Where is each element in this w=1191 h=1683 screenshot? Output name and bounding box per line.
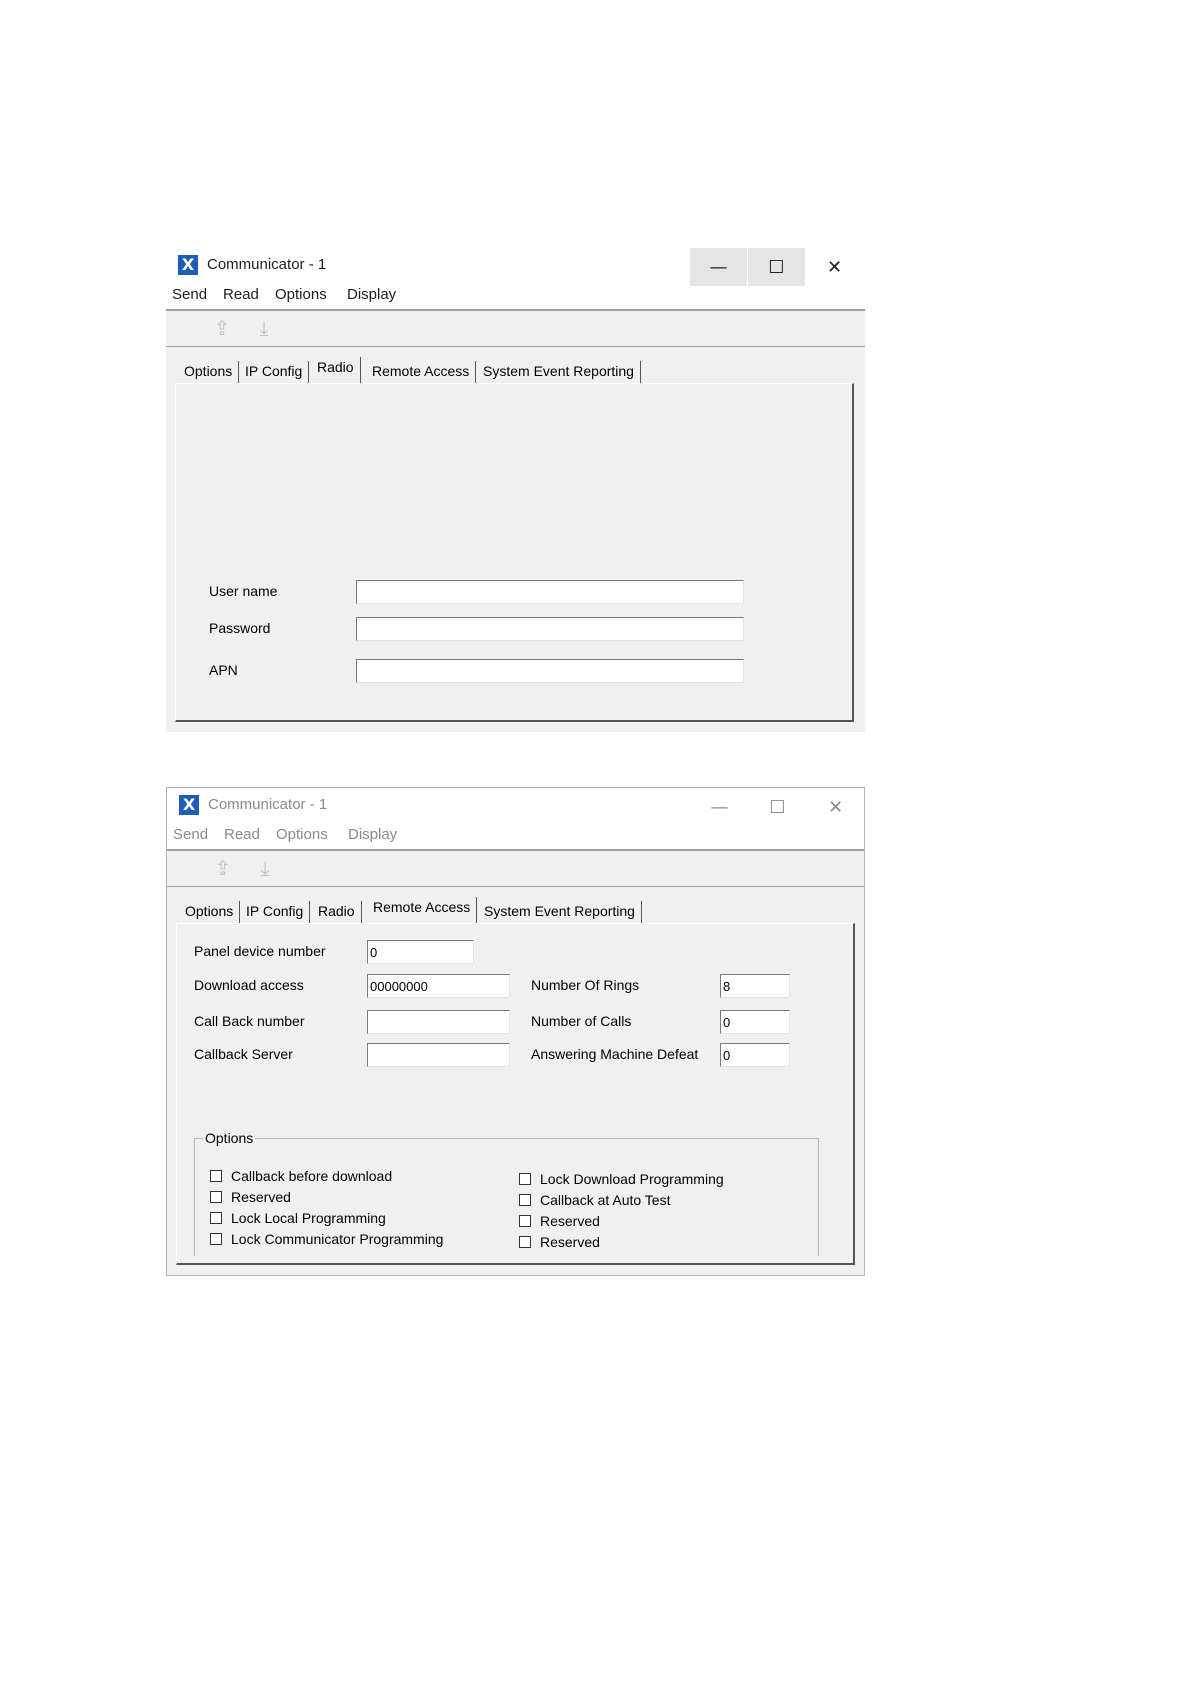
password-input[interactable] [356, 617, 744, 641]
tab-radio[interactable]: Radio [311, 357, 361, 383]
password-label: Password [209, 620, 271, 636]
dialog-body: Options IP Config Radio Remote Access Sy… [166, 347, 865, 732]
radio-panel: User name Password APN [175, 383, 854, 722]
checkbox-lock-download-programming[interactable]: Lock Download Programming [519, 1171, 724, 1187]
checkbox-box[interactable] [210, 1170, 222, 1182]
receive-icon[interactable]: ⤓ [253, 856, 277, 880]
panel-device-number-input[interactable] [367, 940, 474, 964]
checkbox-box[interactable] [519, 1173, 531, 1185]
toolbar: ⇪ ⤓ [167, 849, 864, 887]
download-access-input[interactable] [367, 974, 510, 998]
window-title: Communicator - 1 [207, 256, 327, 273]
checkbox-lock-communicator-programming[interactable]: Lock Communicator Programming [210, 1231, 443, 1247]
checkbox-label: Lock Download Programming [540, 1171, 724, 1187]
toolbar: ⇪ ⤓ [166, 309, 865, 347]
menu-display[interactable]: Display [347, 286, 396, 303]
number-of-calls-input[interactable] [720, 1010, 790, 1034]
menu-read[interactable]: Read [224, 826, 260, 843]
checkbox-label: Lock Local Programming [231, 1210, 386, 1226]
checkbox-box[interactable] [210, 1233, 222, 1245]
receive-icon[interactable]: ⤓ [252, 316, 276, 340]
tab-ip-config[interactable]: IP Config [240, 901, 311, 923]
apn-input[interactable] [356, 659, 744, 683]
checkbox-label: Lock Communicator Programming [231, 1231, 444, 1247]
tab-system-event-reporting[interactable]: System Event Reporting [477, 361, 641, 383]
app-logo-icon: X [178, 255, 198, 275]
checkbox-label: Reserved [231, 1189, 291, 1205]
checkbox-reserved-2[interactable]: Reserved [519, 1213, 600, 1229]
checkbox-reserved-1[interactable]: Reserved [210, 1189, 291, 1205]
tab-remote-access[interactable]: Remote Access [367, 897, 478, 923]
maximize-icon[interactable]: ☐ [748, 248, 805, 286]
tab-remote-access[interactable]: Remote Access [366, 361, 477, 383]
checkbox-callback-at-auto-test[interactable]: Callback at Auto Test [519, 1192, 670, 1208]
checkbox-reserved-3[interactable]: Reserved [519, 1234, 600, 1250]
remote-access-panel: Panel device number Download access Call… [176, 923, 855, 1265]
menu-options[interactable]: Options [275, 286, 327, 303]
checkbox-box[interactable] [519, 1194, 531, 1206]
minimize-icon[interactable]: — [691, 788, 748, 826]
menu-bar: Send Read Options Display [166, 283, 865, 309]
communicator-window-radio: X Communicator - 1 — ☐ ✕ Send Read Optio… [166, 248, 865, 732]
communicator-window-remote-access: X Communicator - 1 — ☐ ✕ Send Read Optio… [166, 787, 865, 1276]
tab-system-event-reporting[interactable]: System Event Reporting [478, 901, 642, 923]
apn-label: APN [209, 662, 238, 678]
dialog-body: Options IP Config Radio Remote Access Sy… [167, 887, 864, 1275]
checkbox-box[interactable] [519, 1236, 531, 1248]
close-icon[interactable]: ✕ [807, 788, 864, 826]
tab-options[interactable]: Options [178, 361, 240, 383]
send-icon[interactable]: ⇪ [211, 856, 235, 880]
minimize-icon[interactable]: — [690, 248, 747, 286]
download-access-label: Download access [194, 977, 304, 993]
options-group-legend: Options [205, 1130, 254, 1146]
menu-read[interactable]: Read [223, 286, 259, 303]
send-icon[interactable]: ⇪ [210, 316, 234, 340]
tab-radio[interactable]: Radio [312, 901, 362, 923]
checkbox-box[interactable] [210, 1212, 222, 1224]
menu-bar: Send Read Options Display [167, 823, 864, 849]
options-group: Options Callback before download Reserve… [194, 1130, 819, 1256]
checkbox-box[interactable] [519, 1215, 531, 1227]
checkbox-label: Reserved [540, 1234, 600, 1250]
title-bar[interactable]: X Communicator - 1 — ☐ ✕ [167, 788, 864, 823]
app-logo-icon: X [179, 795, 199, 815]
number-of-calls-label: Number of Calls [531, 1013, 632, 1029]
menu-send[interactable]: Send [172, 286, 207, 303]
menu-display[interactable]: Display [348, 826, 397, 843]
answering-machine-defeat-label: Answering Machine Defeat [531, 1046, 699, 1062]
menu-options[interactable]: Options [276, 826, 328, 843]
checkbox-label: Reserved [540, 1213, 600, 1229]
window-title: Communicator - 1 [208, 796, 328, 813]
number-of-rings-input[interactable] [720, 974, 790, 998]
close-icon[interactable]: ✕ [806, 248, 863, 286]
user-name-label: User name [209, 583, 278, 599]
callback-server-input[interactable] [367, 1043, 510, 1067]
user-name-input[interactable] [356, 580, 744, 604]
number-of-rings-label: Number Of Rings [531, 977, 640, 993]
checkbox-label: Callback at Auto Test [540, 1192, 671, 1208]
tab-options[interactable]: Options [179, 901, 241, 923]
menu-send[interactable]: Send [173, 826, 208, 843]
callback-server-label: Callback Server [194, 1046, 293, 1062]
call-back-number-label: Call Back number [194, 1013, 305, 1029]
tab-ip-config[interactable]: IP Config [239, 361, 310, 383]
title-bar[interactable]: X Communicator - 1 — ☐ ✕ [166, 248, 865, 286]
checkbox-box[interactable] [210, 1191, 222, 1203]
call-back-number-input[interactable] [367, 1010, 510, 1034]
checkbox-lock-local-programming[interactable]: Lock Local Programming [210, 1210, 386, 1226]
panel-device-number-label: Panel device number [194, 943, 326, 959]
checkbox-label: Callback before download [231, 1168, 393, 1184]
answering-machine-defeat-input[interactable] [720, 1043, 790, 1067]
checkbox-callback-before-download[interactable]: Callback before download [210, 1168, 392, 1184]
maximize-icon[interactable]: ☐ [749, 788, 806, 826]
